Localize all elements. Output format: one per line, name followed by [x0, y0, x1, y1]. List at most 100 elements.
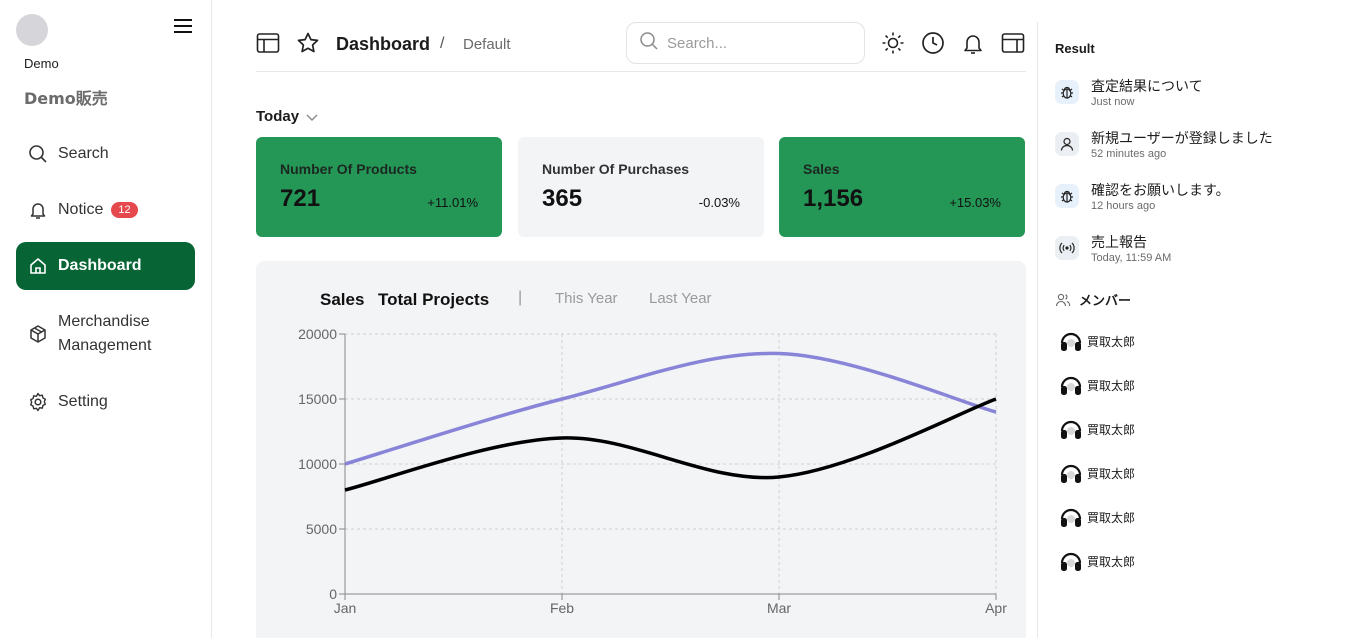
gear-icon: [28, 392, 48, 412]
member-item[interactable]: 買取太郎: [1059, 504, 1135, 530]
headphones-avatar-icon: [1060, 508, 1082, 527]
member-name: 買取太郎: [1087, 378, 1136, 393]
headphones-avatar-icon: [1060, 376, 1082, 395]
sidebar: Demo Demo販売 Search Notice 12 Dashboard M…: [0, 0, 212, 638]
broadcast-icon: [1055, 236, 1079, 260]
notice-count-badge: 12: [111, 202, 138, 218]
right-panel: Result 査定結果について Just now 新規ユーザーが登録しました 5…: [1037, 22, 1349, 638]
y-tick-label: 20000: [298, 326, 337, 342]
member-item[interactable]: 買取太郎: [1059, 548, 1135, 574]
stat-card-purchases: Number Of Purchases 365 -0.03%: [518, 137, 764, 237]
y-tick-label: 15000: [298, 391, 337, 407]
right-panel-title: Result: [1055, 41, 1095, 56]
series-line-0: [344, 351, 997, 466]
line-chart: 05000100001500020000Jan Feb Mar Apr: [298, 326, 1007, 616]
notification-time: 12 hours ago: [1091, 200, 1156, 212]
stat-card-sales: Sales 1,156 +15.03%: [779, 137, 1025, 237]
notification-text: 新規ユーザーが登録しました: [1091, 131, 1273, 147]
series-line-1: [344, 397, 997, 492]
sidebar-item-label: Merchandise Management: [58, 310, 151, 358]
sidebar-item-merchandise[interactable]: Merchandise Management: [16, 306, 195, 362]
notification-time: 52 minutes ago: [1091, 148, 1167, 160]
user-name: Demo: [24, 56, 59, 71]
notification-item[interactable]: 新規ユーザーが登録しました 52 minutes ago: [1055, 128, 1345, 172]
stat-value: 365: [542, 185, 583, 212]
headphones-avatar-icon: [1060, 464, 1082, 483]
top-header: Dashboard / Default: [256, 22, 1026, 72]
notification-item[interactable]: 確認をお願いします。 12 hours ago: [1055, 180, 1345, 224]
x-tick-label: Feb: [550, 600, 574, 616]
avatar[interactable]: [16, 14, 48, 46]
member-item[interactable]: 買取太郎: [1059, 372, 1135, 398]
member-item[interactable]: 買取太郎: [1059, 328, 1135, 354]
user-icon: [1055, 132, 1079, 156]
x-tick-label: Apr: [985, 600, 1007, 616]
users-icon: [1055, 293, 1071, 306]
search-input[interactable]: [667, 34, 847, 52]
sidebar-item-label-line2: Management: [58, 337, 152, 354]
headphones-avatar-icon: [1060, 420, 1082, 439]
members-title: メンバー: [1079, 294, 1132, 309]
clock-icon[interactable]: [921, 31, 945, 55]
sidebar-layout-icon[interactable]: [256, 31, 280, 55]
notification-text: 査定結果について: [1091, 79, 1203, 95]
sun-icon[interactable]: [881, 31, 905, 55]
stat-change: +11.01%: [427, 195, 478, 210]
members-header: メンバー: [1055, 290, 1131, 309]
sidebar-item-label: Dashboard: [58, 257, 142, 274]
sidebar-item-label: Notice: [58, 201, 104, 218]
breadcrumb-current[interactable]: Default: [463, 36, 511, 53]
search-icon: [639, 31, 659, 56]
notification-text: 確認をお願いします。: [1091, 183, 1230, 199]
member-name: 買取太郎: [1087, 422, 1136, 437]
shop-name: Demo販売: [24, 89, 108, 108]
y-tick-label: 10000: [298, 456, 337, 472]
breadcrumb-separator: /: [440, 35, 445, 52]
chart-panel: Sales Total Projects | This Year Last Ye…: [256, 261, 1026, 638]
sidebar-item-label-line1: Merchandise: [58, 313, 150, 330]
stat-label: Sales: [803, 161, 840, 177]
bell-icon[interactable]: [961, 31, 985, 55]
stat-change: -0.03%: [698, 195, 740, 210]
member-name: 買取太郎: [1087, 510, 1136, 525]
stat-value: 721: [280, 185, 321, 212]
x-tick-label: Mar: [767, 600, 791, 616]
hamburger-menu-icon[interactable]: [172, 16, 194, 36]
sidebar-item-label: Setting: [58, 393, 108, 410]
sidebar-item-search[interactable]: Search: [16, 130, 195, 178]
member-name: 買取太郎: [1087, 466, 1136, 481]
box-icon: [28, 324, 48, 344]
notification-time: Just now: [1091, 96, 1135, 108]
star-icon[interactable]: [296, 31, 320, 55]
search-box[interactable]: [626, 22, 865, 64]
headphones-avatar-icon: [1060, 552, 1082, 571]
bug-icon: [1055, 184, 1079, 208]
period-label: Today: [256, 108, 300, 125]
notification-item[interactable]: 売上報告 Today, 11:59 AM: [1055, 232, 1345, 276]
notification-time: Today, 11:59 AM: [1091, 252, 1172, 264]
sidebar-item-setting[interactable]: Setting: [16, 378, 195, 426]
bug-icon: [1055, 80, 1079, 104]
sidebar-item-label: Search: [58, 145, 109, 162]
member-item[interactable]: 買取太郎: [1059, 460, 1135, 486]
breadcrumb-title[interactable]: Dashboard: [336, 34, 430, 55]
search-icon: [28, 144, 48, 164]
x-tick-label: Jan: [334, 600, 357, 616]
member-item[interactable]: 買取太郎: [1059, 416, 1135, 442]
stat-value: 1,156: [803, 185, 864, 212]
notification-text: 売上報告: [1091, 235, 1147, 251]
stat-card-products: Number Of Products 721 +11.01%: [256, 137, 502, 237]
stat-label: Number Of Purchases: [542, 161, 690, 177]
stat-change: +15.03%: [949, 195, 1001, 210]
member-name: 買取太郎: [1087, 554, 1136, 569]
y-tick-label: 5000: [306, 521, 337, 537]
bell-icon: [28, 200, 48, 220]
notification-item[interactable]: 査定結果について Just now: [1055, 76, 1345, 120]
sidebar-item-notice[interactable]: Notice 12: [16, 186, 195, 234]
member-name: 買取太郎: [1087, 334, 1136, 349]
home-icon: [28, 256, 48, 276]
period-dropdown[interactable]: Today: [256, 108, 319, 125]
panel-layout-icon[interactable]: [1001, 31, 1025, 55]
headphones-avatar-icon: [1060, 332, 1082, 351]
sidebar-item-dashboard[interactable]: Dashboard: [16, 242, 195, 290]
